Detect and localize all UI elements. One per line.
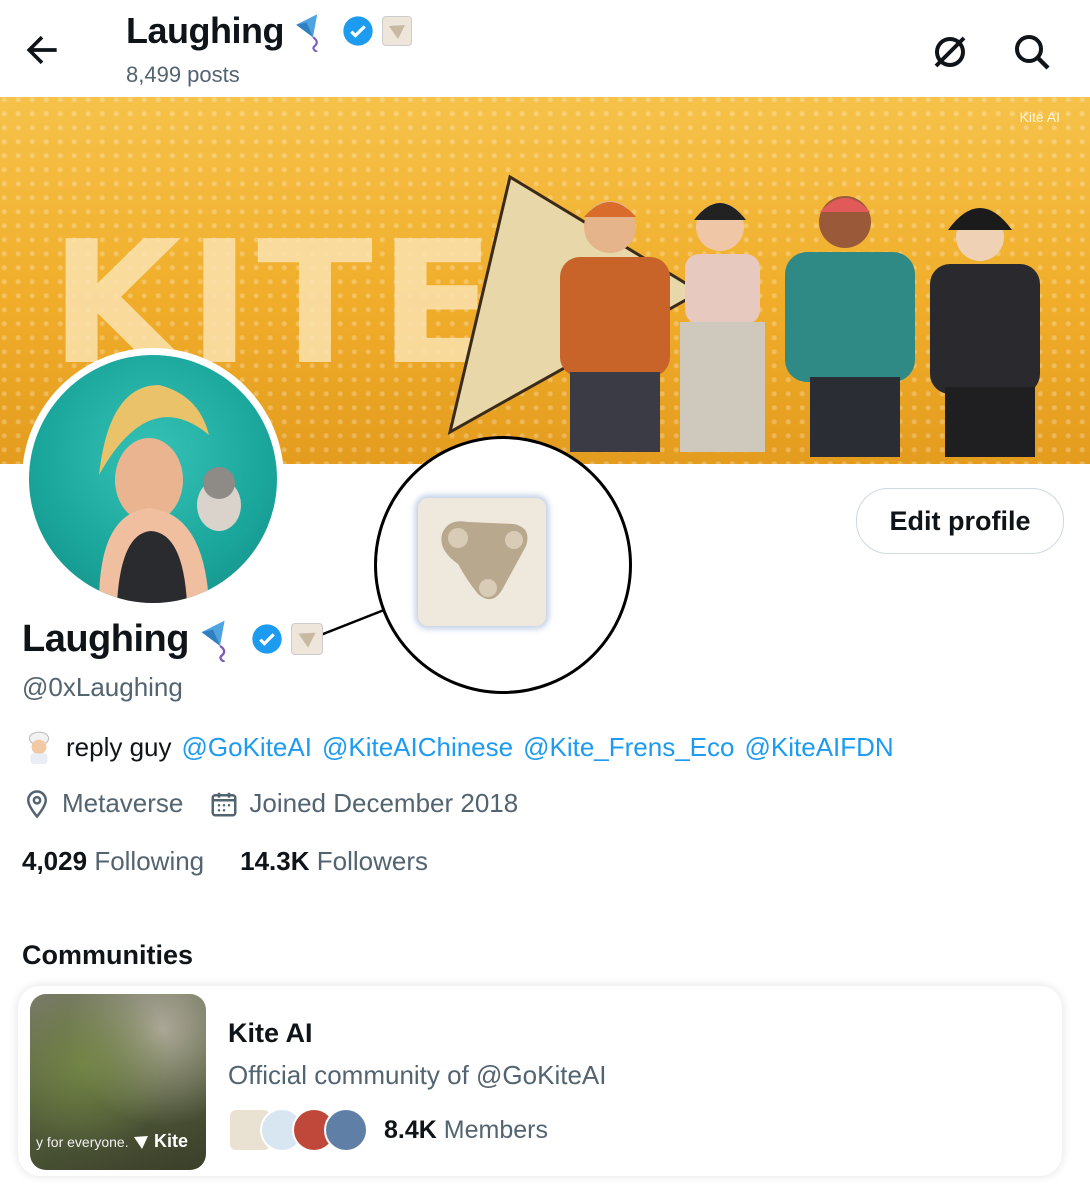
calendar-icon — [211, 792, 237, 816]
display-name: Laughing — [22, 617, 189, 660]
followers-count: 14.3K — [240, 846, 310, 876]
followers-label: Followers — [316, 846, 429, 876]
community-image-logo: Kite — [132, 1131, 188, 1152]
profile-handle: @0xLaughing — [22, 672, 183, 702]
kite-emoji-icon — [201, 620, 226, 662]
zoomed-affiliate-badge-icon — [418, 498, 546, 626]
following-label: Following — [94, 846, 205, 876]
followers-link[interactable]: 14.3K Followers — [240, 846, 428, 877]
community-name: Kite AI — [228, 1018, 313, 1048]
communities-heading: Communities — [22, 940, 194, 970]
bio-mention-link[interactable]: @Kite_Frens_Eco — [523, 732, 734, 763]
bio-mention-link[interactable]: @KiteAIFDN — [745, 732, 894, 763]
following-count: 4,029 — [22, 846, 88, 876]
follow-stats: 4,029 Following 14.3K Followers — [22, 846, 428, 877]
location-item: Metaverse — [22, 788, 183, 819]
community-members: 8.4K Members — [228, 1108, 548, 1152]
profile-bio: reply guy @GoKiteAI @KiteAIChinese @Kite… — [22, 730, 894, 764]
member-avatar — [324, 1108, 368, 1152]
bio-mention-link[interactable]: @KiteAIChinese — [322, 732, 513, 763]
location-icon — [26, 789, 48, 818]
bio-text: reply guy — [66, 731, 172, 762]
affiliate-badge-icon[interactable] — [290, 623, 323, 655]
community-card[interactable]: y for everyone. Kite Kite AI Official co… — [18, 986, 1062, 1176]
profile-name-row: Laughing — [22, 616, 323, 662]
joined-item: Joined December 2018 — [209, 788, 518, 819]
verified-badge-icon[interactable] — [251, 623, 283, 655]
member-count: 8.4K Members — [384, 1115, 548, 1144]
kite-logo-icon — [133, 1135, 148, 1149]
chef-emoji-icon — [28, 731, 50, 764]
location-text: Metaverse — [62, 788, 184, 818]
following-link[interactable]: 4,029 Following — [22, 846, 204, 877]
bio-mention-link[interactable]: @GoKiteAI — [182, 732, 312, 763]
community-description: Official community of @GoKiteAI — [228, 1060, 607, 1090]
community-image: y for everyone. Kite — [30, 994, 206, 1170]
joined-text: Joined December 2018 — [249, 788, 519, 818]
profile-meta: Metaverse Joined December 2018 — [22, 788, 544, 819]
community-image-caption: y for everyone. — [36, 1134, 129, 1150]
